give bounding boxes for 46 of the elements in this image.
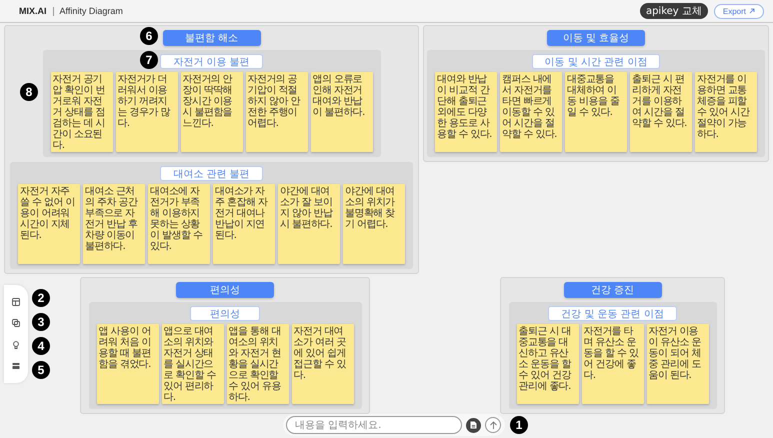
sticky-note[interactable]: 대여소에 자전거가 부족해 이용하지 못하는 상황이 발생할 수 있다. [148, 184, 210, 264]
step-marker: 1 [510, 416, 528, 434]
lightbulb-icon[interactable] [12, 340, 20, 349]
group-label[interactable]: 자전거 이용 불편 [160, 54, 263, 69]
up-arrow-icon [488, 420, 498, 430]
send-button[interactable] [485, 417, 501, 433]
group-label[interactable]: 편의성 [190, 306, 260, 321]
sticky-note[interactable]: 자전거 공기압 확인이 번거로워 자전거 상태를 점검하는 데 시간이 소요된다. [50, 72, 112, 152]
sticky-note[interactable]: 앱으로 대여소의 위치와 자전거 상태를 실시간으로 확인할 수 있어 편리하다. [162, 324, 224, 404]
stack-icon[interactable] [12, 362, 20, 370]
sticky-note[interactable]: 앱의 오류로 인해 자전거 대여와 반납이 불편하다. [310, 72, 372, 152]
apikey-button[interactable]: apikey 교체 [640, 3, 708, 19]
copy-icon[interactable] [12, 319, 20, 328]
sticky-note[interactable]: 자전거를 이용하면 교통체증을 피할 수 있어 시간 절약이 가능하다. [695, 72, 757, 152]
step-marker: 3 [32, 313, 50, 331]
page-title: Affinity Diagram [60, 6, 123, 16]
arrow-icon [749, 8, 755, 14]
group-label[interactable]: 이동 및 시간 관련 이점 [532, 54, 660, 69]
step-marker: 2 [32, 289, 50, 307]
document-icon [470, 421, 477, 429]
sticky-note[interactable]: 대여와 반납이 비교적 간단해 출퇴근 외에도 다양한 용도로 사용할 수 있다. [435, 72, 497, 152]
document-button[interactable] [466, 418, 481, 432]
sticky-note[interactable]: 야간에 대여소가 잘 보이지 않아 반납 시 불편하다. [278, 184, 340, 264]
sticky-note[interactable]: 앱을 통해 대여소의 위치와 자전거 현황을 실시간으로 확인할 수 있어 유용하다. [226, 324, 288, 404]
export-button[interactable]: Export [714, 4, 764, 18]
sticky-note[interactable]: 대중교통을 대체하여 이동 비용을 줄일 수 있다. [565, 72, 627, 152]
sticky-note[interactable]: 자전거 대여소가 여러 곳에 있어 쉽게 접근할 수 있다. [292, 324, 354, 404]
sticky-note[interactable]: 앱 사용이 어려워 처음 이용할 때 불편함을 겪었다. [96, 324, 158, 404]
sticky-note[interactable]: 자전거를 타며 유산소 운동을 할 수 있어 건강에 좋다. [582, 324, 644, 404]
sticky-note[interactable]: 대여소가 자주 혼잡해 자전거 대여나 반납이 지연된다. [213, 184, 275, 264]
sticky-note[interactable]: 자전거의 공기압이 적절하지 않아 안전한 주행이 어렵다. [246, 72, 308, 152]
sticky-note[interactable]: 야간에 대여소의 위치가 불명확해 찾기 어렵다. [343, 184, 405, 264]
sticky-note[interactable]: 자전거의 안장이 딱딱해 장시간 이용 시 불편함을 느낀다. [180, 72, 242, 152]
sticky-note[interactable]: 캠퍼스 내에서 자전거를 타면 빠르게 이동할 수 있어 시간을 절약할 수 있다. [500, 72, 562, 152]
app-logo: MIX.AI [19, 6, 47, 16]
group-label[interactable]: 건강 및 운동 관련 이점 [548, 306, 677, 321]
sticky-note[interactable]: 출퇴근 시 대중교통을 대신하고 유산소 운동을 할 수 있어 건강 관리에 좋다. [516, 324, 578, 404]
message-input[interactable]: 내용을 입력하세요. [286, 416, 462, 434]
sticky-note[interactable]: 출퇴근 시 편리하게 자전거를 이용하여 시간을 절약할 수 있다. [630, 72, 692, 152]
layout-icon[interactable] [12, 298, 20, 306]
sticky-note[interactable]: 자전거 자주 쓸 수 없어 이용이 어려워 시간이 지체된다. [18, 184, 80, 264]
sticky-note[interactable]: 자전거 이용이 유산소 운동이 되어 체중 관리에 도움이 된다. [646, 324, 708, 404]
sticky-note[interactable]: 대여소 근처의 주차 공간 부족으로 자전거 반납 후 차량 이동이 불편하다. [83, 184, 145, 264]
step-marker: 5 [32, 361, 50, 379]
sticky-note[interactable]: 자전거가 더러워서 이용하기 꺼려지는 경우가 많다. [116, 72, 178, 152]
step-marker: 4 [32, 337, 50, 355]
